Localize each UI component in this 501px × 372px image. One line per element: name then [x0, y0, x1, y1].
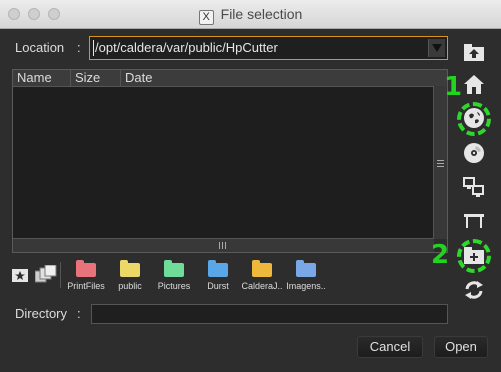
folder-icon [296, 260, 316, 277]
vertical-scrollbar[interactable] [433, 86, 447, 239]
computers-icon[interactable] [462, 175, 486, 199]
scroll-grip-icon [437, 160, 444, 161]
horizontal-scrollbar[interactable] [13, 238, 434, 252]
location-value: /opt/caldera/var/public/HpCutter [95, 40, 278, 55]
file-list[interactable]: Name Size Date [12, 69, 448, 253]
directory-colon: : [77, 306, 81, 321]
folder-icon [164, 260, 184, 277]
x11-app-icon: X [198, 10, 214, 25]
manage-bookmarks-icon[interactable] [34, 264, 59, 288]
file-selection-window: X File selection Location : /opt/caldera/… [0, 0, 501, 372]
location-dropdown-button[interactable] [428, 39, 445, 57]
folder-icon [208, 260, 228, 277]
cancel-button[interactable]: Cancel [357, 336, 423, 358]
title-bar: X File selection [0, 0, 501, 29]
bookmark-label: public [118, 281, 142, 291]
bookmark-label: PrintFiles [67, 281, 105, 291]
annotation-number-1: 1 [444, 72, 463, 102]
bookmark-label: CalderaJ.. [241, 281, 283, 291]
annotation-number-2: 2 [431, 240, 450, 270]
text-cursor [93, 40, 94, 56]
open-button[interactable]: Open [434, 336, 488, 358]
bookmark-label: Imagens.. [286, 281, 326, 291]
table-icon[interactable] [462, 208, 486, 232]
folder-icon [120, 260, 140, 277]
location-colon: : [77, 40, 81, 55]
bookmark-pictures[interactable]: Pictures [153, 260, 195, 291]
directory-label: Directory [15, 306, 68, 321]
bookmark-printfiles[interactable]: PrintFiles [65, 260, 107, 291]
bookmark-calderaj[interactable]: CalderaJ.. [241, 260, 283, 291]
refresh-icon[interactable] [462, 278, 486, 302]
directory-input[interactable] [91, 304, 448, 324]
window-title: File selection [220, 6, 303, 22]
window-title-container: X File selection [0, 6, 501, 25]
bookmark-public[interactable]: public [109, 260, 151, 291]
column-header-date[interactable]: Date [121, 70, 447, 86]
bookmark-durst[interactable]: Durst [197, 260, 239, 291]
home-icon[interactable] [462, 73, 486, 97]
location-label: Location [15, 40, 65, 55]
folder-icon [252, 260, 272, 277]
bookmark-label: Pictures [157, 281, 191, 291]
column-header-size[interactable]: Size [71, 70, 121, 86]
annotation-ring-new-folder-icon [457, 239, 491, 273]
column-header-name[interactable]: Name [13, 70, 71, 86]
folder-icon [76, 260, 96, 277]
bookmark-divider [60, 262, 61, 288]
bookmark-label: Durst [207, 281, 229, 291]
file-list-header: Name Size Date [13, 70, 447, 87]
scroll-grip-icon [219, 242, 220, 249]
add-bookmark-icon[interactable] [12, 265, 34, 288]
bookmark-imagens[interactable]: Imagens.. [285, 260, 327, 291]
location-input[interactable]: /opt/caldera/var/public/HpCutter [89, 36, 448, 60]
parent-folder-icon[interactable] [462, 41, 486, 65]
disc-icon[interactable] [462, 141, 486, 165]
annotation-ring-network-icon [457, 102, 491, 136]
